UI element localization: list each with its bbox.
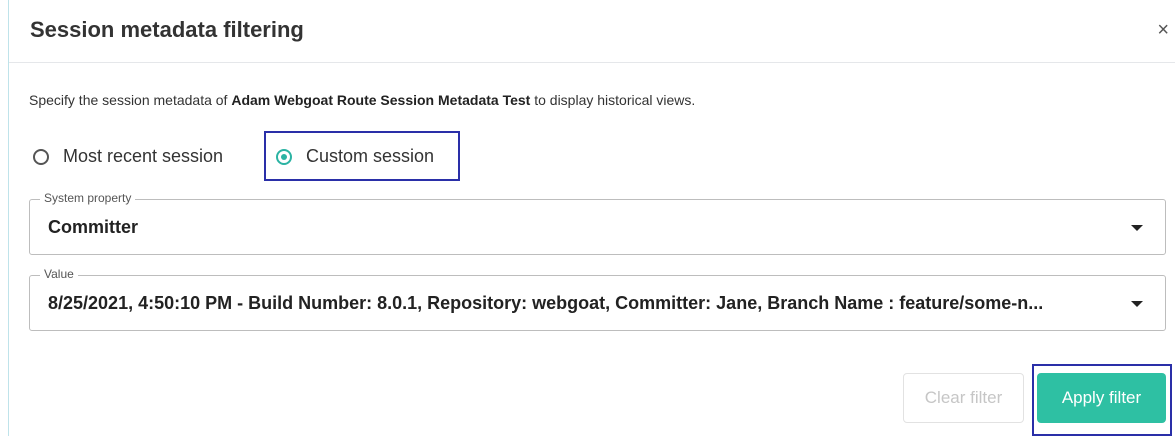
value-label: Value — [40, 267, 78, 281]
dialog-title: Session metadata filtering — [30, 17, 304, 42]
dialog-description: Specify the session metadata of Adam Web… — [29, 92, 695, 108]
chevron-down-icon — [1131, 225, 1143, 231]
description-prefix: Specify the session metadata of — [29, 92, 232, 108]
radio-checked-icon — [276, 148, 292, 165]
clear-filter-button[interactable]: Clear filter — [903, 373, 1024, 423]
radio-most-recent-session[interactable]: Most recent session — [33, 146, 223, 167]
value-select[interactable]: Value 8/25/2021, 4:50:10 PM - Build Numb… — [29, 267, 1166, 331]
system-property-label: System property — [40, 191, 136, 205]
radio-label-custom: Custom session — [306, 146, 435, 166]
chevron-down-icon — [1131, 301, 1143, 307]
description-suffix: to display historical views. — [530, 92, 696, 108]
value-selected-text: 8/25/2021, 4:50:10 PM - Build Number: 8.… — [48, 293, 1044, 313]
system-property-select[interactable]: System property Committer — [29, 191, 1166, 255]
close-icon[interactable]: × — [1157, 20, 1169, 40]
radio-unchecked-icon — [33, 148, 49, 165]
system-property-value: Committer — [48, 217, 139, 237]
radio-custom-session[interactable]: Custom session — [276, 146, 434, 167]
application-name: Adam Webgoat Route Session Metadata Test — [231, 92, 531, 108]
session-radio-group: Most recent session Custom session — [9, 140, 1175, 180]
apply-filter-button[interactable]: Apply filter — [1037, 373, 1166, 423]
session-metadata-dialog: Session metadata filtering × Specify the… — [8, 0, 1175, 436]
radio-label-most-recent: Most recent session — [63, 146, 224, 166]
dialog-header: Session metadata filtering × — [9, 0, 1175, 63]
